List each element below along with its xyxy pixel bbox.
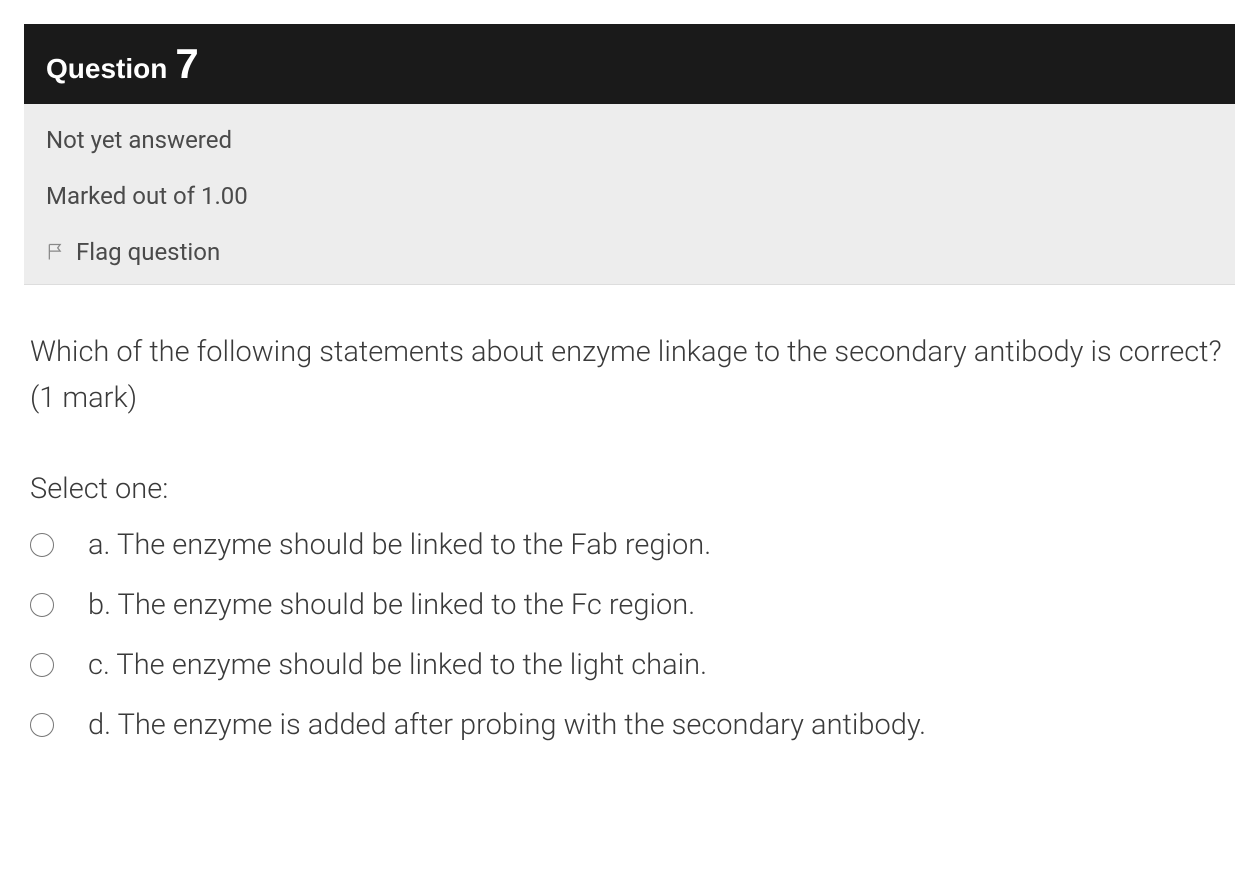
- option-d[interactable]: d. The enzyme is added after probing wit…: [30, 708, 1229, 742]
- option-text: a. The enzyme should be linked to the Fa…: [88, 528, 711, 562]
- flag-icon: [46, 242, 66, 262]
- flag-label: Flag question: [76, 238, 220, 266]
- status-text: Not yet answered: [46, 126, 1213, 154]
- option-a[interactable]: a. The enzyme should be linked to the Fa…: [30, 528, 1229, 562]
- question-container: Question 7 Not yet answered Marked out o…: [0, 0, 1259, 766]
- question-meta: Not yet answered Marked out of 1.00 Flag…: [24, 104, 1235, 285]
- question-header: Question 7: [24, 24, 1235, 104]
- marks-text: Marked out of 1.00: [46, 182, 1213, 210]
- option-text: d. The enzyme is added after probing wit…: [88, 708, 926, 742]
- option-c[interactable]: c. The enzyme should be linked to the li…: [30, 648, 1229, 682]
- option-text: c. The enzyme should be linked to the li…: [88, 648, 707, 682]
- options-list: a. The enzyme should be linked to the Fa…: [30, 528, 1229, 742]
- radio-d[interactable]: [30, 713, 54, 737]
- select-prompt: Select one:: [30, 472, 1229, 506]
- option-text: b. The enzyme should be linked to the Fc…: [88, 588, 695, 622]
- radio-c[interactable]: [30, 653, 54, 677]
- question-text: Which of the following statements about …: [30, 329, 1229, 422]
- option-b[interactable]: b. The enzyme should be linked to the Fc…: [30, 588, 1229, 622]
- question-body: Which of the following statements about …: [24, 285, 1235, 742]
- flag-question-link[interactable]: Flag question: [46, 238, 1213, 266]
- radio-a[interactable]: [30, 533, 54, 557]
- question-number: 7: [175, 40, 198, 88]
- question-label: Question: [46, 53, 167, 85]
- radio-b[interactable]: [30, 593, 54, 617]
